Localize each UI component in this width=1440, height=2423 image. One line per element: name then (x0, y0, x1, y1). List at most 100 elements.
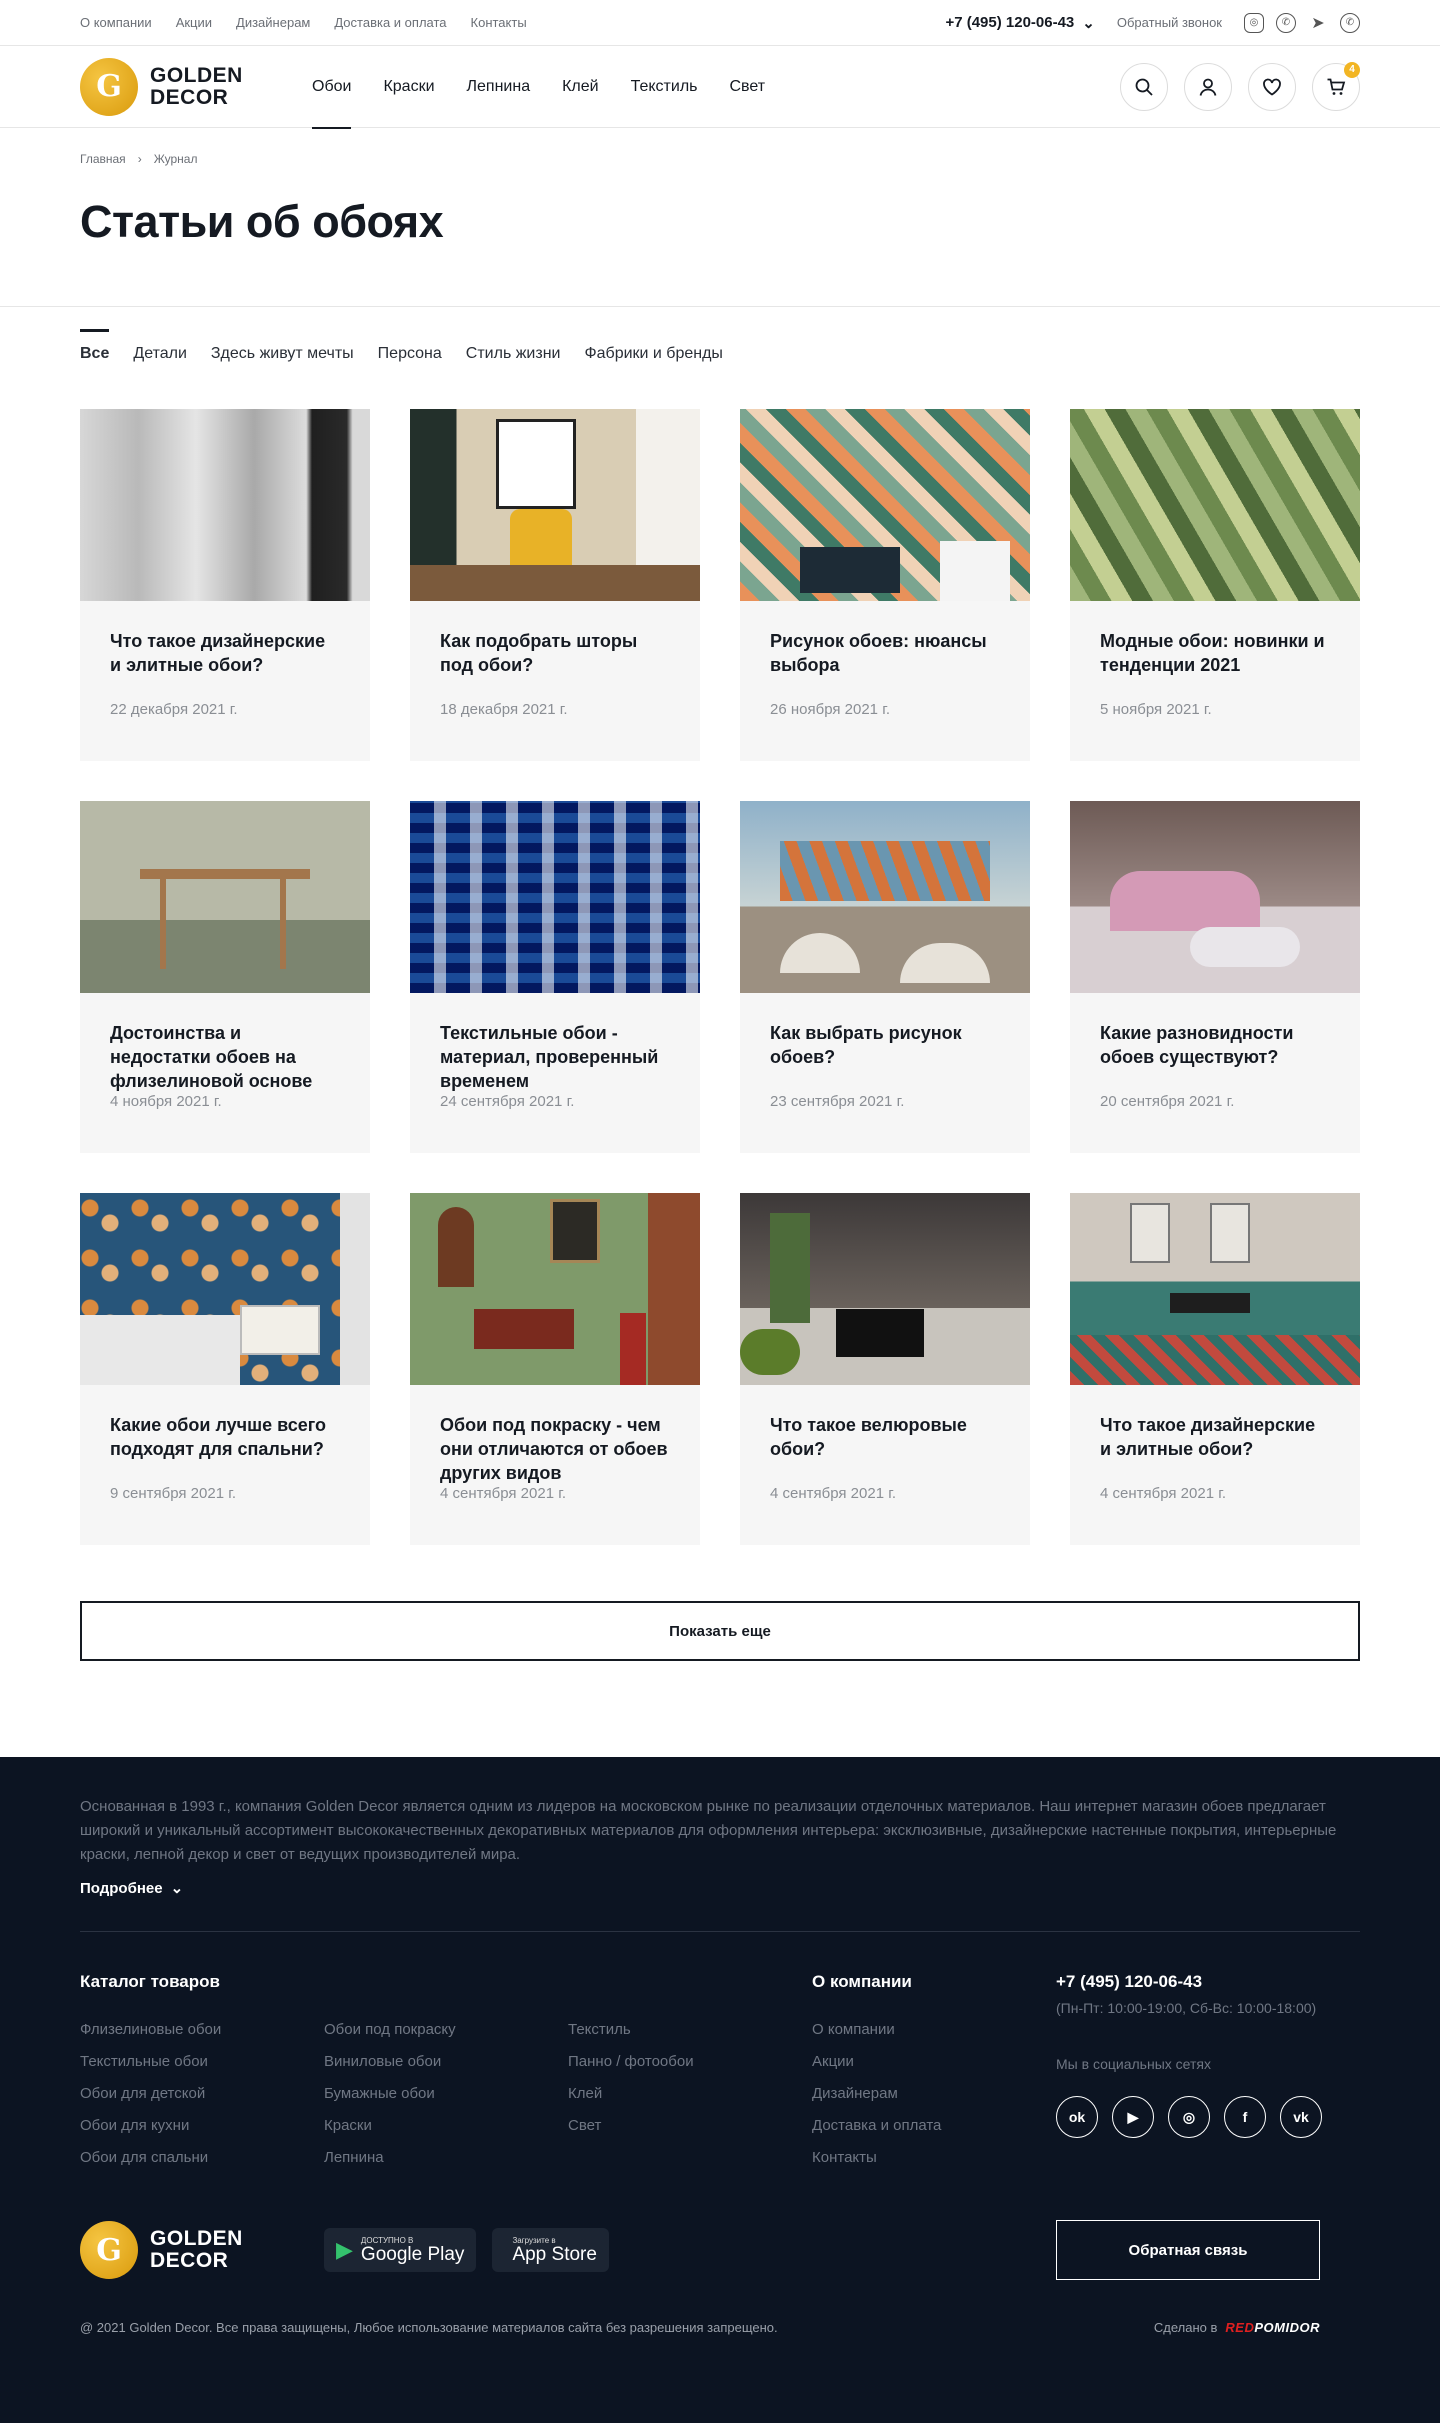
app-store-label: App Store (512, 2243, 597, 2265)
footer-link[interactable]: Свет (568, 2110, 812, 2142)
google-play-badge[interactable]: ▶ ДОСТУПНО В Google Play (324, 2228, 477, 2272)
footer-link[interactable]: Контакты (812, 2142, 1056, 2174)
top-link-promo[interactable]: Акции (176, 15, 212, 30)
breadcrumb-current: Журнал (153, 152, 198, 166)
viber-icon[interactable]: ✆ (1276, 12, 1296, 33)
footer-link[interactable]: Бумажные обои (324, 2078, 568, 2110)
article-card[interactable]: Как подобрать шторы под обои? 18 декабря … (410, 409, 700, 761)
top-link-about[interactable]: О компании (80, 15, 152, 30)
top-link-designers[interactable]: Дизайнерам (236, 15, 310, 30)
article-image (410, 801, 700, 993)
nav-textile[interactable]: Текстиль (631, 46, 698, 128)
article-title: Достоинства и недостатки обоев на флизел… (110, 1023, 313, 1091)
article-title: Модные обои: новинки и тенденции 2021 (1100, 631, 1325, 675)
developer-logo-text: POMIDOR (1254, 2320, 1320, 2335)
article-date: 24 сентября 2021 г. (440, 1093, 575, 1110)
nav-paints[interactable]: Краски (383, 46, 434, 128)
vk-icon[interactable]: vk (1280, 2096, 1322, 2138)
tab-all[interactable]: Все (80, 329, 110, 363)
breadcrumb: Главная › Журнал (0, 128, 1440, 166)
footer-phone[interactable]: +7 (495) 120-06-43 (1056, 1972, 1322, 1992)
footer-link[interactable]: Акции (812, 2046, 1056, 2078)
article-date: 4 ноября 2021 г. (110, 1093, 222, 1110)
footer-link[interactable]: Обои для спальни (80, 2142, 324, 2174)
cart-icon (1327, 78, 1346, 95)
breadcrumb-home[interactable]: Главная (80, 152, 126, 166)
account-button[interactable] (1184, 62, 1232, 111)
article-date: 4 сентября 2021 г. (440, 1485, 567, 1502)
callback-link[interactable]: Обратный звонок (1117, 15, 1222, 30)
article-date: 20 сентября 2021 г. (1100, 1093, 1235, 1110)
footer-link[interactable]: Флизелиновые обои (80, 2014, 324, 2046)
phone-number: +7 (495) 120-06-43 (945, 14, 1075, 31)
footer-link[interactable]: Клей (568, 2078, 812, 2110)
tab-persona[interactable]: Персона (378, 343, 442, 363)
instagram-icon[interactable]: ◎ (1244, 12, 1264, 33)
read-more-link[interactable]: Подробнее ⌄ (80, 1879, 1360, 1898)
favorites-button[interactable] (1248, 62, 1296, 111)
article-title: Как подобрать шторы под обои? (440, 631, 638, 675)
category-tabs: Все Детали Здесь живут мечты Персона Сти… (0, 307, 1440, 363)
top-link-delivery[interactable]: Доставка и оплата (334, 15, 446, 30)
top-link-contacts[interactable]: Контакты (471, 15, 527, 30)
logo-line2: DECOR (150, 85, 229, 109)
article-card[interactable]: Что такое дизайнерские и элитные обои? 22… (80, 409, 370, 761)
tab-lifestyle[interactable]: Стиль жизни (466, 343, 561, 363)
footer-link[interactable]: Панно / фотообои (568, 2046, 812, 2078)
tab-dreams[interactable]: Здесь живут мечты (211, 343, 354, 363)
article-card[interactable]: Текстильные обои - материал, проверенный… (410, 801, 700, 1153)
logo[interactable]: G GOLDEN DECOR (80, 57, 312, 116)
article-card[interactable]: Модные обои: новинки и тенденции 2021 5 н… (1070, 409, 1360, 761)
footer-link[interactable]: Обои для детской (80, 2078, 324, 2110)
developer-credit[interactable]: Сделано в REDPOMIDOR (1154, 2320, 1320, 2335)
telegram-icon[interactable]: ➤ (1308, 13, 1328, 33)
logo-line1: GOLDEN (150, 2227, 243, 2250)
tab-brands[interactable]: Фабрики и бренды (584, 343, 722, 363)
company-heading: О компании (812, 1972, 912, 1991)
cart-button[interactable]: 4 (1312, 61, 1360, 111)
company-column: О компании О компании Акции Дизайнерам Д… (812, 1972, 1056, 2174)
nav-glue[interactable]: Клей (562, 46, 599, 128)
facebook-icon[interactable]: f (1224, 2096, 1266, 2138)
article-card[interactable]: Обои под покраску - чем они отличаются о… (410, 1193, 700, 1545)
feedback-button[interactable]: Обратная связь (1056, 2220, 1320, 2280)
article-card[interactable]: Что такое дизайнерские и элитные обои? 4 … (1070, 1193, 1360, 1545)
article-card[interactable]: Рисунок обоев: нюансы выбора 26 ноября 20… (740, 409, 1030, 761)
footer-link[interactable]: Краски (324, 2110, 568, 2142)
footer-link[interactable]: Доставка и оплата (812, 2110, 1056, 2142)
article-card[interactable]: Какие разновидности обоев существуют? 20 … (1070, 801, 1360, 1153)
catalog-column: Текстиль Панно / фотообои Клей Свет (568, 2014, 812, 2174)
article-card[interactable]: Что такое велюровые обои? 4 сентября 2021… (740, 1193, 1030, 1545)
show-more-button[interactable]: Показать еще (80, 1601, 1360, 1661)
whatsapp-icon[interactable]: ✆ (1340, 12, 1360, 33)
youtube-icon[interactable]: ▶ (1112, 2096, 1154, 2138)
nav-molding[interactable]: Лепнина (467, 46, 531, 128)
phone-dropdown[interactable]: +7 (495) 120-06-43 ⌄ (945, 14, 1094, 32)
footer-link[interactable]: Лепнина (324, 2142, 568, 2174)
nav-wallpaper[interactable]: Обои (312, 46, 352, 129)
footer-link[interactable]: О компании (812, 2014, 1056, 2046)
footer-logo[interactable]: G GOLDEN DECOR (80, 2221, 324, 2279)
footer-link[interactable]: Обои для кухни (80, 2110, 324, 2142)
logo-emblem-icon: G (80, 57, 138, 116)
article-card[interactable]: Какие обои лучше всего подходят для спал… (80, 1193, 370, 1545)
footer-link[interactable]: Дизайнерам (812, 2078, 1056, 2110)
article-card[interactable]: Достоинства и недостатки обоев на флизел… (80, 801, 370, 1153)
article-image (80, 801, 370, 993)
catalog-heading: Каталог товаров (80, 1972, 220, 1991)
top-bar: О компании Акции Дизайнерам Доставка и о… (0, 0, 1440, 46)
article-image (740, 801, 1030, 993)
tab-details[interactable]: Детали (133, 343, 187, 363)
footer-link[interactable]: Виниловые обои (324, 2046, 568, 2078)
footer-link[interactable]: Текстильные обои (80, 2046, 324, 2078)
article-card[interactable]: Как выбрать рисунок обоев? 23 сентября 20… (740, 801, 1030, 1153)
search-button[interactable] (1120, 62, 1168, 111)
article-image (410, 409, 700, 601)
nav-light[interactable]: Свет (729, 46, 765, 128)
footer-link[interactable]: Обои под покраску (324, 2014, 568, 2046)
odnoklassniki-icon[interactable]: ok (1056, 2096, 1098, 2138)
article-date: 18 декабря 2021 г. (440, 701, 568, 718)
instagram-icon[interactable]: ◎ (1168, 2096, 1210, 2138)
app-store-badge[interactable]: Загрузите в App Store (492, 2228, 609, 2272)
footer-link[interactable]: Текстиль (568, 2014, 812, 2046)
